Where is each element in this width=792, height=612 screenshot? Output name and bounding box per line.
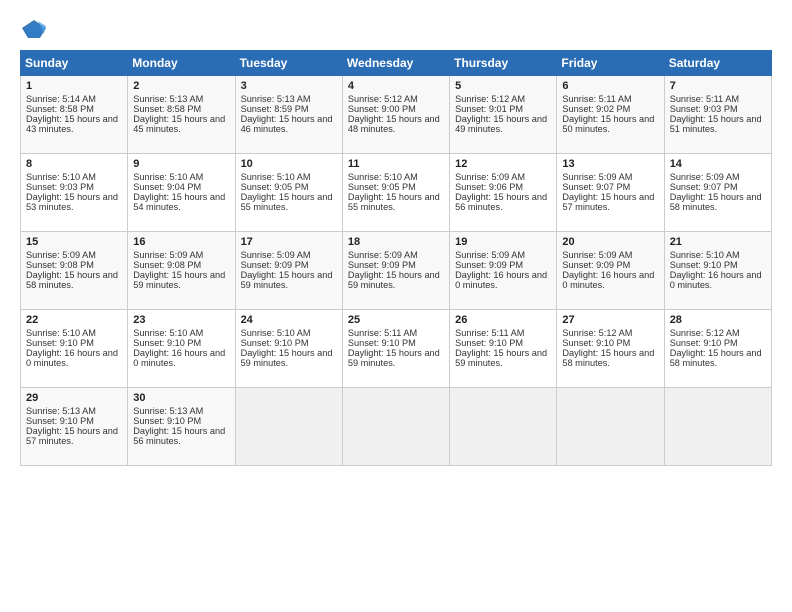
day-number: 5	[455, 80, 551, 92]
calendar-cell: 20Sunrise: 5:09 AMSunset: 9:09 PMDayligh…	[557, 232, 664, 310]
day-number: 13	[562, 158, 658, 170]
calendar-cell	[235, 388, 342, 466]
header	[20, 18, 772, 40]
calendar-cell: 24Sunrise: 5:10 AMSunset: 9:10 PMDayligh…	[235, 310, 342, 388]
day-number: 29	[26, 392, 122, 404]
day-number: 14	[670, 158, 766, 170]
day-number: 30	[133, 392, 229, 404]
calendar-cell: 26Sunrise: 5:11 AMSunset: 9:10 PMDayligh…	[450, 310, 557, 388]
day-number: 25	[348, 314, 444, 326]
week-row-5: 29Sunrise: 5:13 AMSunset: 9:10 PMDayligh…	[21, 388, 772, 466]
calendar-cell: 28Sunrise: 5:12 AMSunset: 9:10 PMDayligh…	[664, 310, 771, 388]
week-row-3: 15Sunrise: 5:09 AMSunset: 9:08 PMDayligh…	[21, 232, 772, 310]
calendar-cell: 27Sunrise: 5:12 AMSunset: 9:10 PMDayligh…	[557, 310, 664, 388]
day-number: 9	[133, 158, 229, 170]
day-number: 6	[562, 80, 658, 92]
calendar-cell	[557, 388, 664, 466]
day-number: 21	[670, 236, 766, 248]
calendar-cell	[664, 388, 771, 466]
day-number: 18	[348, 236, 444, 248]
calendar-cell: 7Sunrise: 5:11 AMSunset: 9:03 PMDaylight…	[664, 76, 771, 154]
day-number: 12	[455, 158, 551, 170]
calendar-cell: 15Sunrise: 5:09 AMSunset: 9:08 PMDayligh…	[21, 232, 128, 310]
calendar-body: 1Sunrise: 5:14 AMSunset: 8:58 PMDaylight…	[21, 76, 772, 466]
calendar-cell: 5Sunrise: 5:12 AMSunset: 9:01 PMDaylight…	[450, 76, 557, 154]
calendar-cell: 21Sunrise: 5:10 AMSunset: 9:10 PMDayligh…	[664, 232, 771, 310]
calendar-cell: 3Sunrise: 5:13 AMSunset: 8:59 PMDaylight…	[235, 76, 342, 154]
calendar-cell: 30Sunrise: 5:13 AMSunset: 9:10 PMDayligh…	[128, 388, 235, 466]
col-header-wednesday: Wednesday	[342, 51, 449, 76]
day-number: 3	[241, 80, 337, 92]
header-row: SundayMondayTuesdayWednesdayThursdayFrid…	[21, 51, 772, 76]
logo	[20, 18, 50, 40]
day-number: 10	[241, 158, 337, 170]
col-header-thursday: Thursday	[450, 51, 557, 76]
calendar-header: SundayMondayTuesdayWednesdayThursdayFrid…	[21, 51, 772, 76]
calendar-cell: 13Sunrise: 5:09 AMSunset: 9:07 PMDayligh…	[557, 154, 664, 232]
calendar-cell: 2Sunrise: 5:13 AMSunset: 8:58 PMDaylight…	[128, 76, 235, 154]
calendar-cell	[342, 388, 449, 466]
day-number: 22	[26, 314, 122, 326]
day-number: 2	[133, 80, 229, 92]
day-number: 8	[26, 158, 122, 170]
calendar-cell: 16Sunrise: 5:09 AMSunset: 9:08 PMDayligh…	[128, 232, 235, 310]
calendar-page: SundayMondayTuesdayWednesdayThursdayFrid…	[0, 0, 792, 612]
day-number: 19	[455, 236, 551, 248]
day-number: 1	[26, 80, 122, 92]
day-number: 20	[562, 236, 658, 248]
calendar-cell: 22Sunrise: 5:10 AMSunset: 9:10 PMDayligh…	[21, 310, 128, 388]
week-row-2: 8Sunrise: 5:10 AMSunset: 9:03 PMDaylight…	[21, 154, 772, 232]
calendar-cell: 19Sunrise: 5:09 AMSunset: 9:09 PMDayligh…	[450, 232, 557, 310]
day-number: 27	[562, 314, 658, 326]
calendar-cell: 11Sunrise: 5:10 AMSunset: 9:05 PMDayligh…	[342, 154, 449, 232]
calendar-cell: 23Sunrise: 5:10 AMSunset: 9:10 PMDayligh…	[128, 310, 235, 388]
calendar-cell	[450, 388, 557, 466]
calendar-table: SundayMondayTuesdayWednesdayThursdayFrid…	[20, 50, 772, 466]
week-row-4: 22Sunrise: 5:10 AMSunset: 9:10 PMDayligh…	[21, 310, 772, 388]
week-row-1: 1Sunrise: 5:14 AMSunset: 8:58 PMDaylight…	[21, 76, 772, 154]
day-number: 24	[241, 314, 337, 326]
col-header-tuesday: Tuesday	[235, 51, 342, 76]
day-number: 23	[133, 314, 229, 326]
day-number: 28	[670, 314, 766, 326]
calendar-cell: 29Sunrise: 5:13 AMSunset: 9:10 PMDayligh…	[21, 388, 128, 466]
calendar-cell: 12Sunrise: 5:09 AMSunset: 9:06 PMDayligh…	[450, 154, 557, 232]
calendar-cell: 18Sunrise: 5:09 AMSunset: 9:09 PMDayligh…	[342, 232, 449, 310]
col-header-saturday: Saturday	[664, 51, 771, 76]
day-number: 17	[241, 236, 337, 248]
day-number: 26	[455, 314, 551, 326]
calendar-cell: 4Sunrise: 5:12 AMSunset: 9:00 PMDaylight…	[342, 76, 449, 154]
calendar-cell: 14Sunrise: 5:09 AMSunset: 9:07 PMDayligh…	[664, 154, 771, 232]
logo-icon	[20, 18, 48, 40]
col-header-sunday: Sunday	[21, 51, 128, 76]
day-number: 4	[348, 80, 444, 92]
day-number: 16	[133, 236, 229, 248]
calendar-cell: 10Sunrise: 5:10 AMSunset: 9:05 PMDayligh…	[235, 154, 342, 232]
col-header-monday: Monday	[128, 51, 235, 76]
day-number: 15	[26, 236, 122, 248]
calendar-cell: 1Sunrise: 5:14 AMSunset: 8:58 PMDaylight…	[21, 76, 128, 154]
day-number: 11	[348, 158, 444, 170]
calendar-cell: 17Sunrise: 5:09 AMSunset: 9:09 PMDayligh…	[235, 232, 342, 310]
day-number: 7	[670, 80, 766, 92]
calendar-cell: 8Sunrise: 5:10 AMSunset: 9:03 PMDaylight…	[21, 154, 128, 232]
calendar-cell: 25Sunrise: 5:11 AMSunset: 9:10 PMDayligh…	[342, 310, 449, 388]
calendar-cell: 9Sunrise: 5:10 AMSunset: 9:04 PMDaylight…	[128, 154, 235, 232]
calendar-cell: 6Sunrise: 5:11 AMSunset: 9:02 PMDaylight…	[557, 76, 664, 154]
col-header-friday: Friday	[557, 51, 664, 76]
